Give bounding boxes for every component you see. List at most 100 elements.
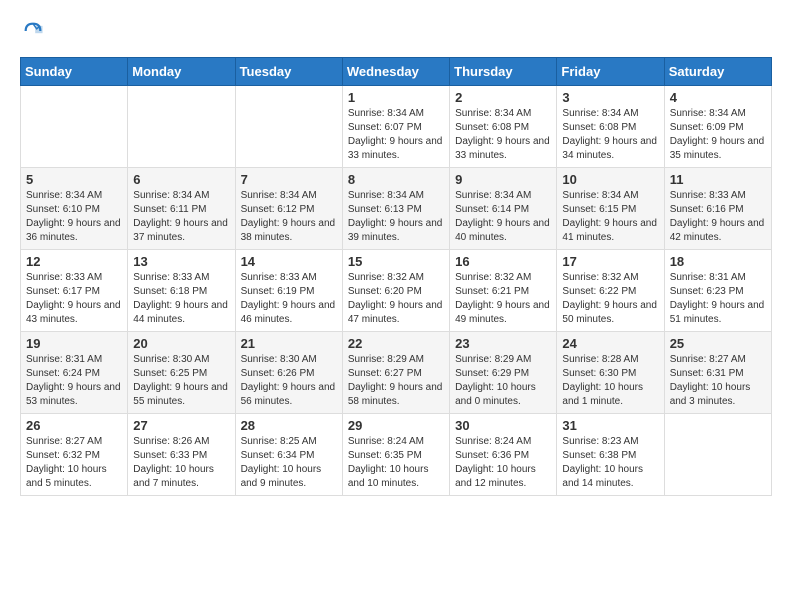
calendar-cell: 7 Sunrise: 8:34 AM Sunset: 6:12 PM Daylig…: [235, 168, 342, 250]
calendar-cell: 15Sunrise: 8:32 AM Sunset: 6:20 PM Dayli…: [342, 250, 449, 332]
calendar-cell: 10 Sunrise: 8:34 AM Sunset: 6:15 PM Dayli…: [557, 168, 664, 250]
day-info: Sunrise: 8:27 AM Sunset: 6:31 PM Dayligh…: [670, 353, 766, 409]
calendar-cell: 17 Sunrise: 8:32 AM Sunset: 6:22 PM Dayli…: [557, 250, 664, 332]
day-number: 30: [455, 418, 551, 433]
calendar-cell: 8 Sunrise: 8:34 AM Sunset: 6:13 PM Daylig…: [342, 168, 449, 250]
day-info: Sunrise: 8:31 AM Sunset: 6:23 PM Dayligh…: [670, 271, 766, 327]
day-number: 16: [455, 254, 551, 269]
day-info: Sunrise: 8:32 AM Sunset: 6:20 PM Dayligh…: [348, 271, 444, 327]
day-number: 24: [562, 336, 658, 351]
calendar-cell: 30 Sunrise: 8:24 AM Sunset: 6:36 PM Dayli…: [450, 414, 557, 496]
day-info: Sunrise: 8:34 AM Sunset: 6:14 PM Dayligh…: [455, 189, 551, 245]
day-number: 17: [562, 254, 658, 269]
day-number: 7: [241, 172, 337, 187]
calendar-cell: 23 Sunrise: 8:29 AM Sunset: 6:29 PM Dayli…: [450, 332, 557, 414]
calendar-cell: 27 Sunrise: 8:26 AM Sunset: 6:33 PM Dayli…: [128, 414, 235, 496]
day-info: Sunrise: 8:33 AM Sunset: 6:18 PM Dayligh…: [133, 271, 229, 327]
day-number: 1: [348, 90, 444, 105]
day-info: Sunrise: 8:34 AM Sunset: 6:09 PM Dayligh…: [670, 107, 766, 163]
calendar-cell: 1 Sunrise: 8:34 AM Sunset: 6:07 PM Daylig…: [342, 86, 449, 168]
day-info: Sunrise: 8:25 AM Sunset: 6:34 PM Dayligh…: [241, 435, 337, 491]
day-info: Sunrise: 8:28 AM Sunset: 6:30 PM Dayligh…: [562, 353, 658, 409]
day-info: Sunrise: 8:29 AM Sunset: 6:29 PM Dayligh…: [455, 353, 551, 409]
calendar-cell: 4 Sunrise: 8:34 AM Sunset: 6:09 PM Daylig…: [664, 86, 771, 168]
day-number: 20: [133, 336, 229, 351]
calendar-cell: 18 Sunrise: 8:31 AM Sunset: 6:23 PM Dayli…: [664, 250, 771, 332]
calendar-cell: 28 Sunrise: 8:25 AM Sunset: 6:34 PM Dayli…: [235, 414, 342, 496]
day-info: Sunrise: 8:34 AM Sunset: 6:12 PM Dayligh…: [241, 189, 337, 245]
day-number: 27: [133, 418, 229, 433]
day-of-week-header: Thursday: [450, 58, 557, 86]
calendar-cell: 13 Sunrise: 8:33 AM Sunset: 6:18 PM Dayli…: [128, 250, 235, 332]
calendar-week-row: 19 Sunrise: 8:31 AM Sunset: 6:24 PM Dayli…: [21, 332, 772, 414]
day-info: Sunrise: 8:32 AM Sunset: 6:21 PM Dayligh…: [455, 271, 551, 327]
day-number: 26: [26, 418, 122, 433]
day-number: 10: [562, 172, 658, 187]
calendar-cell: 14 Sunrise: 8:33 AM Sunset: 6:19 PM Dayli…: [235, 250, 342, 332]
calendar-cell: 22 Sunrise: 8:29 AM Sunset: 6:27 PM Dayli…: [342, 332, 449, 414]
day-info: Sunrise: 8:34 AM Sunset: 6:13 PM Dayligh…: [348, 189, 444, 245]
day-info: Sunrise: 8:34 AM Sunset: 6:10 PM Dayligh…: [26, 189, 122, 245]
day-number: 18: [670, 254, 766, 269]
calendar-cell: 20 Sunrise: 8:30 AM Sunset: 6:25 PM Dayli…: [128, 332, 235, 414]
calendar-cell: 19 Sunrise: 8:31 AM Sunset: 6:24 PM Dayli…: [21, 332, 128, 414]
calendar-cell: 5 Sunrise: 8:34 AM Sunset: 6:10 PM Daylig…: [21, 168, 128, 250]
calendar-cell: 11 Sunrise: 8:33 AM Sunset: 6:16 PM Dayli…: [664, 168, 771, 250]
calendar-table: SundayMondayTuesdayWednesdayThursdayFrid…: [20, 57, 772, 496]
calendar-cell: 26 Sunrise: 8:27 AM Sunset: 6:32 PM Dayli…: [21, 414, 128, 496]
day-number: 31: [562, 418, 658, 433]
day-info: Sunrise: 8:27 AM Sunset: 6:32 PM Dayligh…: [26, 435, 122, 491]
day-info: Sunrise: 8:24 AM Sunset: 6:35 PM Dayligh…: [348, 435, 444, 491]
calendar-cell: [128, 86, 235, 168]
day-number: 22: [348, 336, 444, 351]
day-number: 23: [455, 336, 551, 351]
day-info: Sunrise: 8:32 AM Sunset: 6:22 PM Dayligh…: [562, 271, 658, 327]
day-number: 13: [133, 254, 229, 269]
day-info: Sunrise: 8:33 AM Sunset: 6:19 PM Dayligh…: [241, 271, 337, 327]
day-number: 4: [670, 90, 766, 105]
day-number: 12: [26, 254, 122, 269]
calendar-cell: [664, 414, 771, 496]
calendar-cell: 29 Sunrise: 8:24 AM Sunset: 6:35 PM Dayli…: [342, 414, 449, 496]
day-of-week-header: Sunday: [21, 58, 128, 86]
day-number: 11: [670, 172, 766, 187]
calendar-cell: 25 Sunrise: 8:27 AM Sunset: 6:31 PM Dayli…: [664, 332, 771, 414]
day-number: 19: [26, 336, 122, 351]
day-info: Sunrise: 8:30 AM Sunset: 6:25 PM Dayligh…: [133, 353, 229, 409]
day-info: Sunrise: 8:31 AM Sunset: 6:24 PM Dayligh…: [26, 353, 122, 409]
calendar-cell: 31 Sunrise: 8:23 AM Sunset: 6:38 PM Dayli…: [557, 414, 664, 496]
day-info: Sunrise: 8:23 AM Sunset: 6:38 PM Dayligh…: [562, 435, 658, 491]
calendar-cell: 6 Sunrise: 8:34 AM Sunset: 6:11 PM Daylig…: [128, 168, 235, 250]
day-info: Sunrise: 8:30 AM Sunset: 6:26 PM Dayligh…: [241, 353, 337, 409]
day-info: Sunrise: 8:26 AM Sunset: 6:33 PM Dayligh…: [133, 435, 229, 491]
day-of-week-header: Friday: [557, 58, 664, 86]
day-info: Sunrise: 8:29 AM Sunset: 6:27 PM Dayligh…: [348, 353, 444, 409]
day-number: 6: [133, 172, 229, 187]
page-header: [20, 20, 772, 47]
logo: [20, 20, 44, 47]
day-info: Sunrise: 8:33 AM Sunset: 6:17 PM Dayligh…: [26, 271, 122, 327]
calendar-cell: 16 Sunrise: 8:32 AM Sunset: 6:21 PM Dayli…: [450, 250, 557, 332]
day-number: 9: [455, 172, 551, 187]
day-info: Sunrise: 8:33 AM Sunset: 6:16 PM Dayligh…: [670, 189, 766, 245]
day-of-week-header: Tuesday: [235, 58, 342, 86]
day-number: 21: [241, 336, 337, 351]
day-info: Sunrise: 8:34 AM Sunset: 6:08 PM Dayligh…: [562, 107, 658, 163]
calendar-cell: 12 Sunrise: 8:33 AM Sunset: 6:17 PM Dayli…: [21, 250, 128, 332]
calendar-cell: 21 Sunrise: 8:30 AM Sunset: 6:26 PM Dayli…: [235, 332, 342, 414]
calendar-cell: [235, 86, 342, 168]
calendar-week-row: 26 Sunrise: 8:27 AM Sunset: 6:32 PM Dayli…: [21, 414, 772, 496]
day-of-week-header: Monday: [128, 58, 235, 86]
day-number: 28: [241, 418, 337, 433]
day-number: 25: [670, 336, 766, 351]
day-number: 29: [348, 418, 444, 433]
calendar-cell: [21, 86, 128, 168]
calendar-week-row: 12 Sunrise: 8:33 AM Sunset: 6:17 PM Dayli…: [21, 250, 772, 332]
day-info: Sunrise: 8:24 AM Sunset: 6:36 PM Dayligh…: [455, 435, 551, 491]
day-info: Sunrise: 8:34 AM Sunset: 6:07 PM Dayligh…: [348, 107, 444, 163]
day-number: 8: [348, 172, 444, 187]
day-number: 14: [241, 254, 337, 269]
day-number: 5: [26, 172, 122, 187]
day-info: Sunrise: 8:34 AM Sunset: 6:15 PM Dayligh…: [562, 189, 658, 245]
day-info: Sunrise: 8:34 AM Sunset: 6:11 PM Dayligh…: [133, 189, 229, 245]
